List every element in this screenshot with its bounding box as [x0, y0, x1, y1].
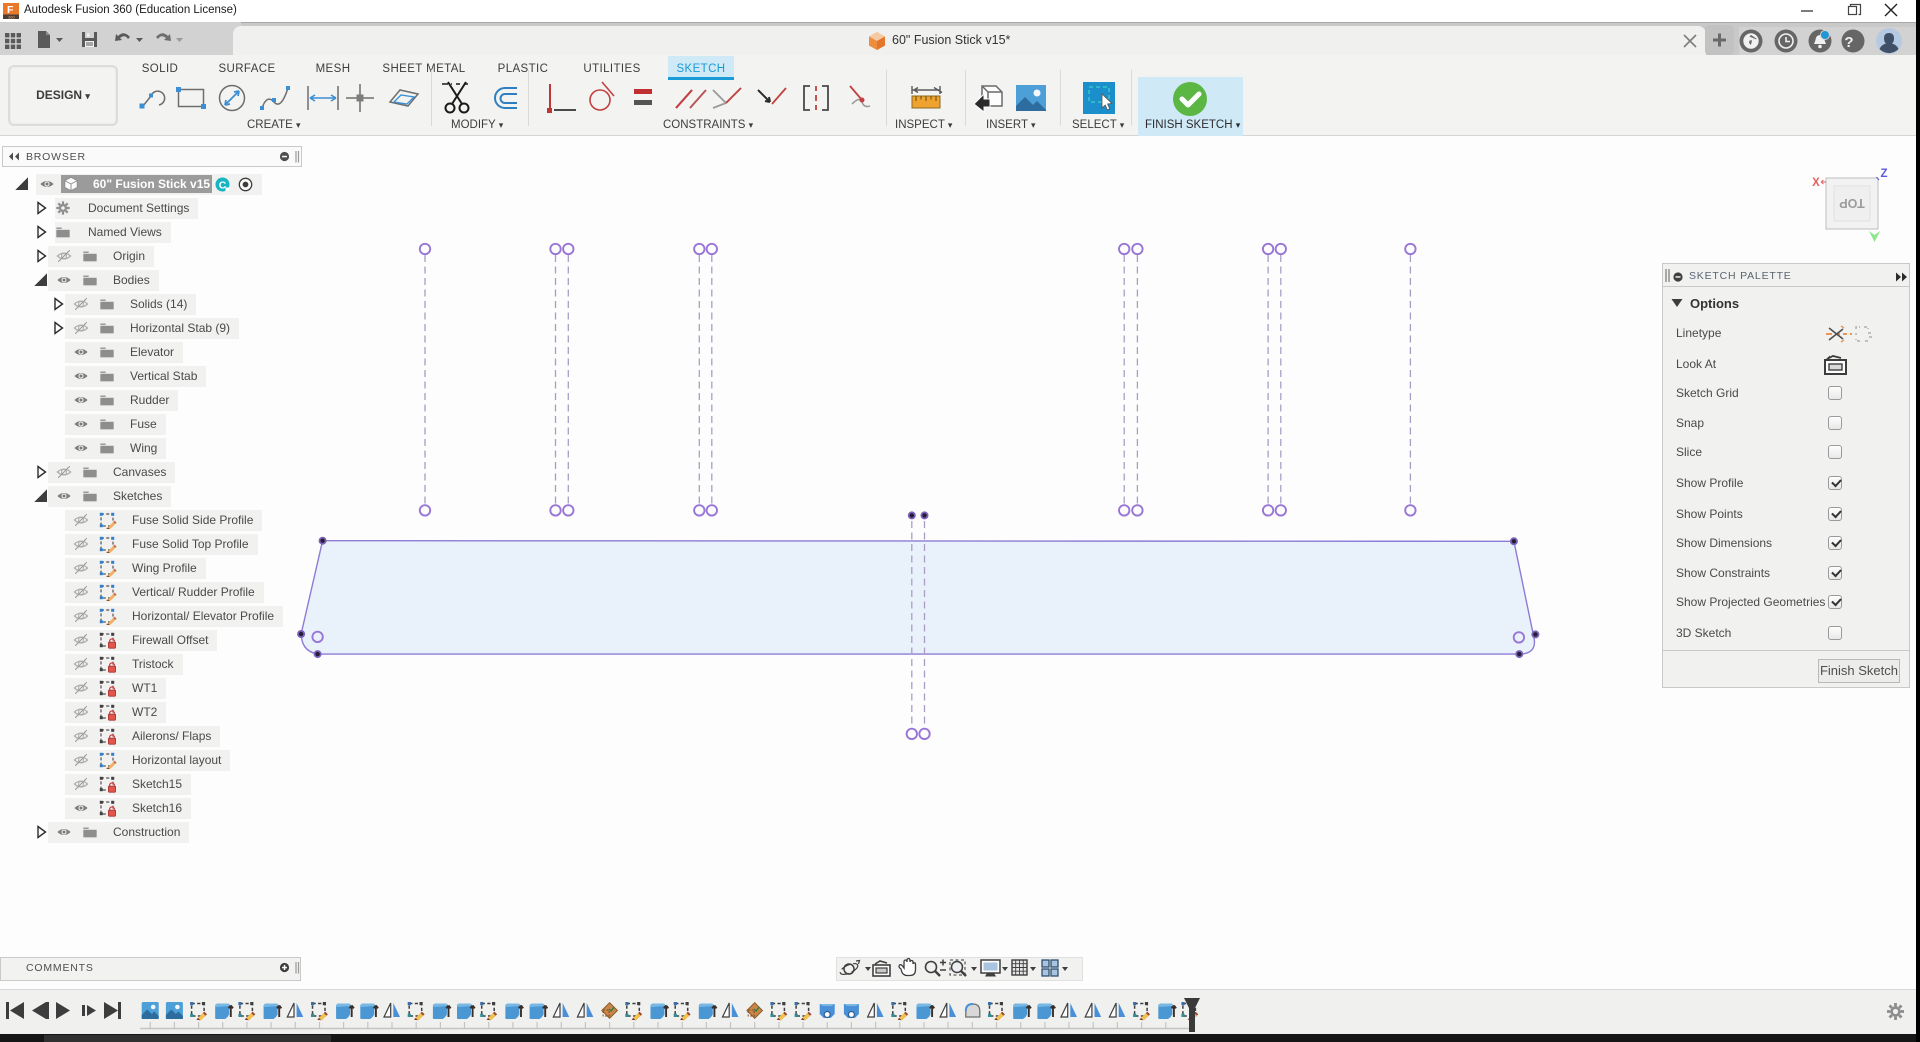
- svg-text:360: 360: [8, 15, 15, 20]
- svg-text:Z: Z: [1880, 168, 1887, 180]
- svg-text:TOP: TOP: [1839, 196, 1864, 210]
- svg-text:X: X: [1812, 177, 1820, 189]
- svg-text:?: ?: [1844, 34, 1853, 51]
